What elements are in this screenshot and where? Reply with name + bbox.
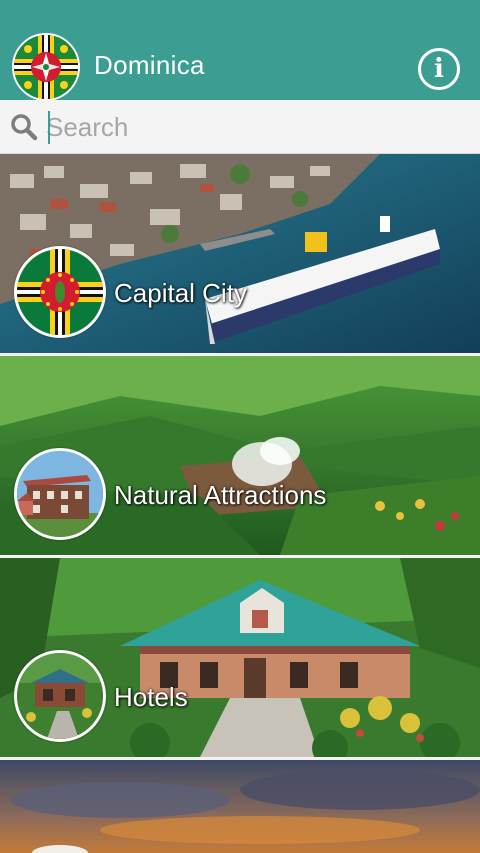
- info-button[interactable]: i: [418, 48, 460, 90]
- category-card-natural-attractions[interactable]: Natural Attractions: [0, 356, 480, 555]
- category-card-partial[interactable]: [0, 760, 480, 853]
- category-card-capital-city[interactable]: Capital City: [0, 154, 480, 353]
- search-input[interactable]: [46, 108, 466, 146]
- category-label: Natural Attractions: [114, 480, 327, 510]
- dominica-flag-thumbnail: [14, 246, 106, 338]
- app-bar: Dominica i: [0, 0, 480, 101]
- category-label: Hotels: [114, 682, 188, 712]
- category-card-hotels[interactable]: Hotels: [0, 558, 480, 757]
- sunset-photo: [0, 760, 480, 853]
- info-icon: i: [434, 54, 444, 84]
- search-icon: [11, 114, 38, 141]
- app-title: Dominica: [94, 50, 205, 80]
- text-caret: [48, 111, 50, 144]
- hotel-cottage-thumbnail: [14, 650, 106, 742]
- historic-building-thumbnail: [14, 448, 106, 540]
- search-bar: [0, 100, 480, 154]
- app-logo-compass-icon: [12, 33, 80, 101]
- category-label: Capital City: [114, 278, 247, 308]
